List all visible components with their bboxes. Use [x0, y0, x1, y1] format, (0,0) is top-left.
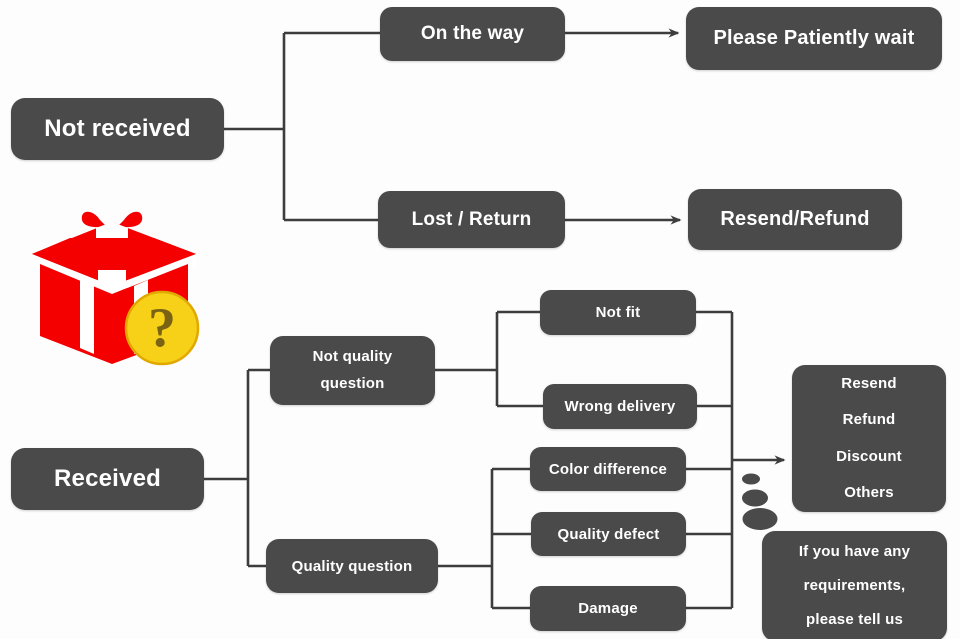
- node-not-received[interactable]: Not received: [11, 98, 224, 160]
- node-quality-question[interactable]: Quality question: [266, 539, 438, 593]
- tell-us-line-3: please tell us: [805, 610, 903, 628]
- outcome-others: Others: [844, 483, 894, 501]
- node-color-difference[interactable]: Color difference: [530, 447, 686, 491]
- outcome-resend: Resend: [841, 374, 897, 392]
- node-label: Not fit: [595, 304, 641, 321]
- node-label: Not received: [44, 115, 191, 142]
- node-label: Quality question: [291, 557, 413, 575]
- node-label: Resend/Refund: [720, 208, 870, 230]
- speech-bubble-trail-icon: [742, 473, 778, 530]
- node-label: Color difference: [548, 460, 668, 478]
- node-label-line-2: question: [320, 374, 385, 392]
- node-not-quality-question[interactable]: Not quality question: [270, 336, 435, 405]
- node-lost-return[interactable]: Lost / Return: [378, 191, 565, 248]
- outcome-discount: Discount: [836, 447, 902, 465]
- tell-us-line-2: requirements,: [803, 577, 906, 595]
- node-label-line-1: Not quality: [312, 348, 393, 366]
- node-on-the-way[interactable]: On the way: [380, 7, 565, 61]
- node-label: Damage: [578, 600, 638, 617]
- node-label: Please Patiently wait: [713, 27, 915, 49]
- node-quality-defect[interactable]: Quality defect: [531, 512, 686, 556]
- tell-us-line-1: If you have any: [798, 543, 911, 561]
- node-resend-refund[interactable]: Resend/Refund: [688, 189, 902, 250]
- node-label: On the way: [420, 23, 525, 44]
- gift-box-icon: ?: [32, 211, 200, 366]
- outcome-refund: Refund: [842, 411, 896, 429]
- node-wrong-delivery[interactable]: Wrong delivery: [543, 384, 697, 429]
- node-not-fit[interactable]: Not fit: [540, 290, 696, 335]
- svg-text:?: ?: [148, 297, 176, 359]
- node-tell-us[interactable]: If you have any requirements, please tel…: [762, 531, 947, 639]
- node-label: Lost / Return: [411, 208, 532, 230]
- node-damage[interactable]: Damage: [530, 586, 686, 631]
- node-outcomes[interactable]: Resend Refund Discount Others: [792, 365, 946, 512]
- node-label: Received: [54, 465, 161, 492]
- node-please-patiently-wait[interactable]: Please Patiently wait: [686, 7, 942, 70]
- node-label: Wrong delivery: [564, 398, 676, 415]
- flowchart-canvas: ? Not received Received On the way Lost …: [0, 0, 960, 639]
- node-label: Quality defect: [557, 525, 660, 543]
- node-received[interactable]: Received: [11, 448, 204, 510]
